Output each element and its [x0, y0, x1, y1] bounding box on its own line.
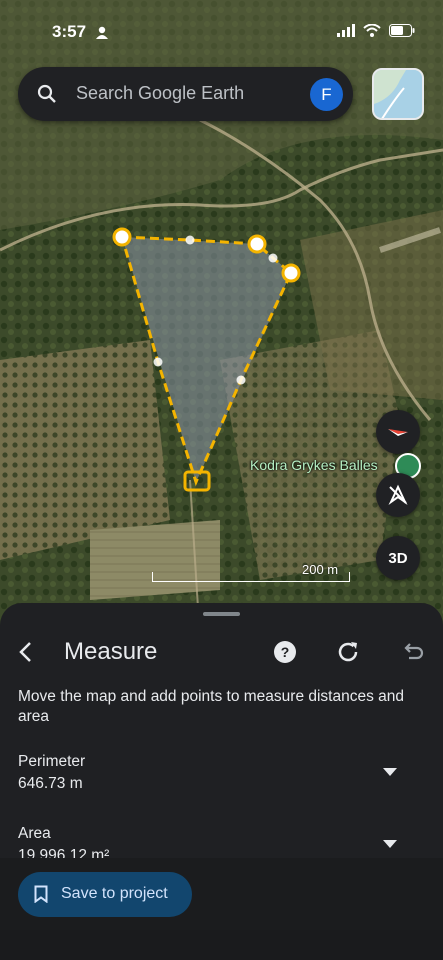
chevron-down-icon[interactable] [383, 768, 397, 776]
midpoint-handle [268, 253, 278, 263]
sheet-title: Measure [64, 638, 158, 665]
search-bar[interactable]: Search Google Earth F [18, 67, 353, 121]
perimeter-label: Perimeter [18, 753, 86, 770]
person-icon [96, 26, 108, 39]
midpoint-handle [153, 357, 163, 367]
map-thumbnail-icon [374, 70, 422, 118]
place-label[interactable]: Kodra Grykes Balles [250, 457, 378, 473]
help-icon[interactable]: ? [272, 639, 298, 665]
status-icons [337, 24, 415, 37]
midpoint-handle [236, 375, 246, 385]
sheet-footer: Save to project [0, 858, 443, 930]
measure-instruction: Move the map and add points to measure d… [18, 688, 405, 725]
measure-point [281, 263, 301, 283]
refresh-icon[interactable] [335, 639, 361, 665]
sheet-grab-handle[interactable] [203, 612, 240, 616]
save-to-project-label: Save to project [61, 885, 168, 902]
compass-button[interactable] [376, 410, 420, 454]
tilt-button[interactable] [376, 473, 420, 517]
map-view[interactable]: 3:57 Search Google Earth F Kodra Grykes … [0, 0, 443, 640]
account-avatar[interactable]: F [310, 78, 343, 111]
search-input[interactable]: Search Google Earth [76, 83, 244, 104]
perimeter-value: 646.73 m [18, 775, 83, 792]
scale-label: 200 m [302, 562, 339, 577]
signal-icon [337, 24, 355, 37]
back-button[interactable] [12, 637, 42, 667]
save-to-project-button[interactable]: Save to project [18, 872, 192, 917]
undo-icon[interactable] [398, 639, 424, 665]
svg-text:?: ? [281, 644, 290, 660]
measure-point [112, 227, 132, 247]
battery-icon [389, 24, 415, 37]
3d-toggle-button[interactable]: 3D [376, 536, 420, 580]
chevron-down-icon[interactable] [383, 840, 397, 848]
bookmark-icon [34, 885, 48, 903]
midpoint-handle [185, 235, 195, 245]
tilt-off-icon [388, 484, 408, 506]
compass-icon [388, 429, 408, 436]
perimeter-row[interactable]: Perimeter 646.73 m [18, 753, 418, 793]
status-time: 3:57 [52, 22, 87, 41]
area-label: Area [18, 825, 51, 842]
status-bar: 3:57 [0, 0, 443, 60]
wifi-icon [363, 24, 381, 37]
search-icon [37, 84, 56, 103]
measure-point [247, 234, 267, 254]
map-style-button[interactable] [372, 68, 424, 120]
back-arrow-icon [19, 642, 31, 662]
home-indicator-area [0, 930, 443, 960]
